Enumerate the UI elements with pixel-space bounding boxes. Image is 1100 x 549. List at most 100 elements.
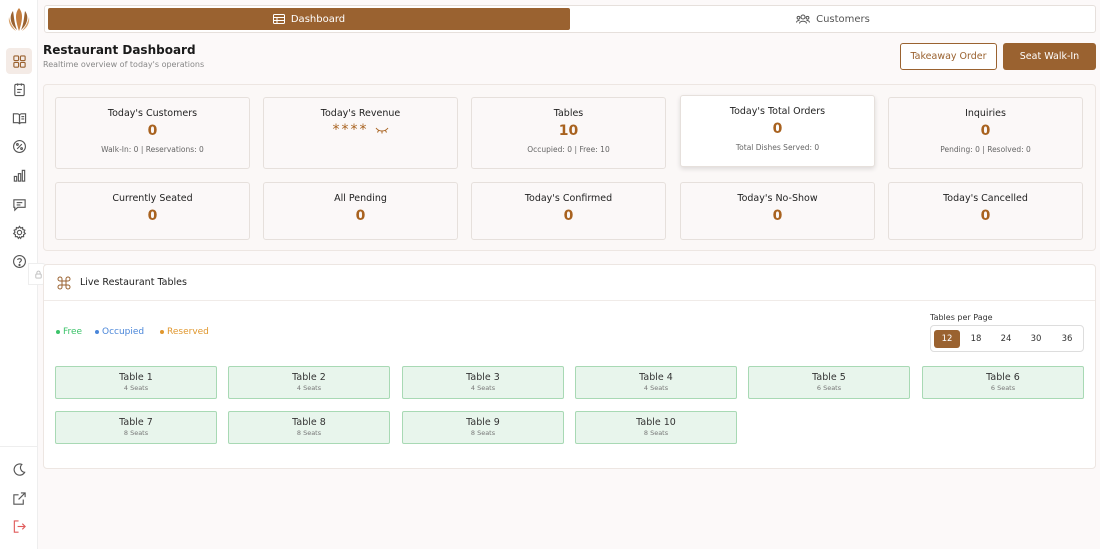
stat-label: Today's Customers <box>107 108 198 119</box>
table-seats: 4 Seats <box>123 384 149 392</box>
stat-label: All Pending <box>334 193 387 204</box>
stat-card-inquiries: Inquiries 0 Pending: 0 | Resolved: 0 <box>888 97 1083 169</box>
table-name: Table 4 <box>639 372 673 383</box>
legend-label: Free <box>63 327 83 337</box>
legend-dot <box>56 330 60 334</box>
live-tables-title: Live Restaurant Tables <box>80 277 187 288</box>
legend-label: Reserved <box>167 327 209 337</box>
stat-value: 0 <box>147 208 158 224</box>
help-icon <box>12 254 26 268</box>
open-external-button[interactable] <box>6 485 32 511</box>
stat-label: Today's No-Show <box>737 193 818 204</box>
legend-occupied: Occupied <box>95 327 144 337</box>
command-icon <box>57 276 71 290</box>
users-icon <box>796 14 811 24</box>
table-card[interactable]: Table 3 4 Seats <box>402 366 564 399</box>
table-card[interactable]: Table 8 8 Seats <box>228 411 390 444</box>
tables-per-page-label: Tables per Page <box>930 313 993 322</box>
live-tables-header: Live Restaurant Tables <box>44 265 1095 301</box>
table-seats: 6 Seats <box>990 384 1016 392</box>
table-seats: 4 Seats <box>296 384 322 392</box>
table-name: Table 9 <box>466 417 500 428</box>
table-card[interactable]: Table 7 8 Seats <box>55 411 217 444</box>
sidebar-item-reservations[interactable] <box>6 76 32 102</box>
page-title: Restaurant Dashboard <box>43 43 196 57</box>
stats-panel: Today's Customers 0 Walk-In: 0 | Reserva… <box>43 84 1096 251</box>
stat-card-confirmed: Today's Confirmed 0 <box>471 182 666 240</box>
stat-card-tables: Tables 10 Occupied: 0 | Free: 10 <box>471 97 666 169</box>
table-name: Table 3 <box>466 372 500 383</box>
legend-free: Free <box>56 327 82 337</box>
table-name: Table 10 <box>636 417 676 428</box>
table-name: Table 2 <box>292 372 326 383</box>
per-page-option-36[interactable]: 36 <box>1054 330 1080 348</box>
logout-icon <box>13 519 26 533</box>
eye-closed-icon[interactable] <box>375 126 389 134</box>
stat-label: Inquiries <box>965 108 1006 119</box>
stat-label: Today's Confirmed <box>524 193 613 204</box>
table-name: Table 6 <box>986 372 1020 383</box>
table-seats: 6 Seats <box>816 384 842 392</box>
legend-dot <box>95 330 99 334</box>
sidebar-divider <box>0 446 38 447</box>
table-card[interactable]: Table 5 6 Seats <box>748 366 910 399</box>
logout-button[interactable] <box>6 513 32 539</box>
legend-reserved: Reserved <box>160 327 209 337</box>
live-tables-panel: Live Restaurant Tables Free Occupied Res… <box>43 264 1096 469</box>
sidebar-item-messages[interactable] <box>6 191 32 217</box>
sidebar-item-reports[interactable] <box>6 162 32 188</box>
sidebar-item-dashboard[interactable] <box>6 48 32 74</box>
stat-value: 0 <box>772 208 783 224</box>
per-page-option-30[interactable]: 30 <box>1023 330 1049 348</box>
tab-customers[interactable]: Customers <box>573 8 1093 30</box>
offers-icon <box>12 139 26 153</box>
stat-card-cancelled: Today's Cancelled 0 <box>888 182 1083 240</box>
stat-value: 10 <box>558 123 579 139</box>
stat-sub: Walk-In: 0 | Reservations: 0 <box>101 145 204 154</box>
stat-value: 0 <box>772 121 783 137</box>
stat-value: 0 <box>355 208 366 224</box>
stat-card-no-show: Today's No-Show 0 <box>680 182 875 240</box>
logo-icon[interactable] <box>6 5 32 33</box>
table-card[interactable]: Table 2 4 Seats <box>228 366 390 399</box>
stat-card-revenue: Today's Revenue **** <box>263 97 458 169</box>
table-icon <box>272 14 285 24</box>
takeaway-order-button[interactable]: Takeaway Order <box>900 43 997 70</box>
table-card[interactable]: Table 9 8 Seats <box>402 411 564 444</box>
stat-value-masked: **** <box>333 122 389 138</box>
page-subtitle: Realtime overview of today's operations <box>43 60 205 69</box>
table-card[interactable]: Table 1 4 Seats <box>55 366 217 399</box>
top-nav: Dashboard Customers <box>44 5 1096 33</box>
stat-value: 0 <box>980 208 991 224</box>
table-name: Table 1 <box>119 372 153 383</box>
table-card[interactable]: Table 4 4 Seats <box>575 366 737 399</box>
messages-icon <box>12 198 26 211</box>
stat-value: 0 <box>980 123 991 139</box>
table-name: Table 7 <box>119 417 153 428</box>
per-page-option-18[interactable]: 18 <box>963 330 989 348</box>
sidebar-item-settings[interactable] <box>6 219 32 245</box>
stat-sub: Total Dishes Served: 0 <box>735 143 820 152</box>
lock-icon <box>34 270 42 279</box>
dashboard-icon <box>12 54 26 68</box>
stat-label: Tables <box>553 108 584 119</box>
tab-dashboard[interactable]: Dashboard <box>48 8 570 30</box>
dark-mode-toggle[interactable] <box>6 456 32 482</box>
per-page-option-12[interactable]: 12 <box>934 330 960 348</box>
stat-label: Today's Total Orders <box>729 106 826 117</box>
table-card[interactable]: Table 6 6 Seats <box>922 366 1084 399</box>
menu-book-icon <box>12 112 26 124</box>
table-seats: 4 Seats <box>643 384 669 392</box>
table-name: Table 8 <box>292 417 326 428</box>
tab-dashboard-label: Dashboard <box>290 13 346 25</box>
table-card[interactable]: Table 10 8 Seats <box>575 411 737 444</box>
sidebar-item-offers[interactable] <box>6 133 32 159</box>
sidebar-item-menu[interactable] <box>6 105 32 131</box>
per-page-option-24[interactable]: 24 <box>993 330 1019 348</box>
stat-card-pending: All Pending 0 <box>263 182 458 240</box>
stat-card-orders: Today's Total Orders 0 Total Dishes Serv… <box>680 95 875 167</box>
table-name: Table 5 <box>812 372 846 383</box>
seat-walk-in-button[interactable]: Seat Walk-In <box>1003 43 1096 70</box>
tables-per-page-selector: 12 18 24 30 36 <box>930 325 1084 352</box>
reservations-icon <box>13 82 25 96</box>
